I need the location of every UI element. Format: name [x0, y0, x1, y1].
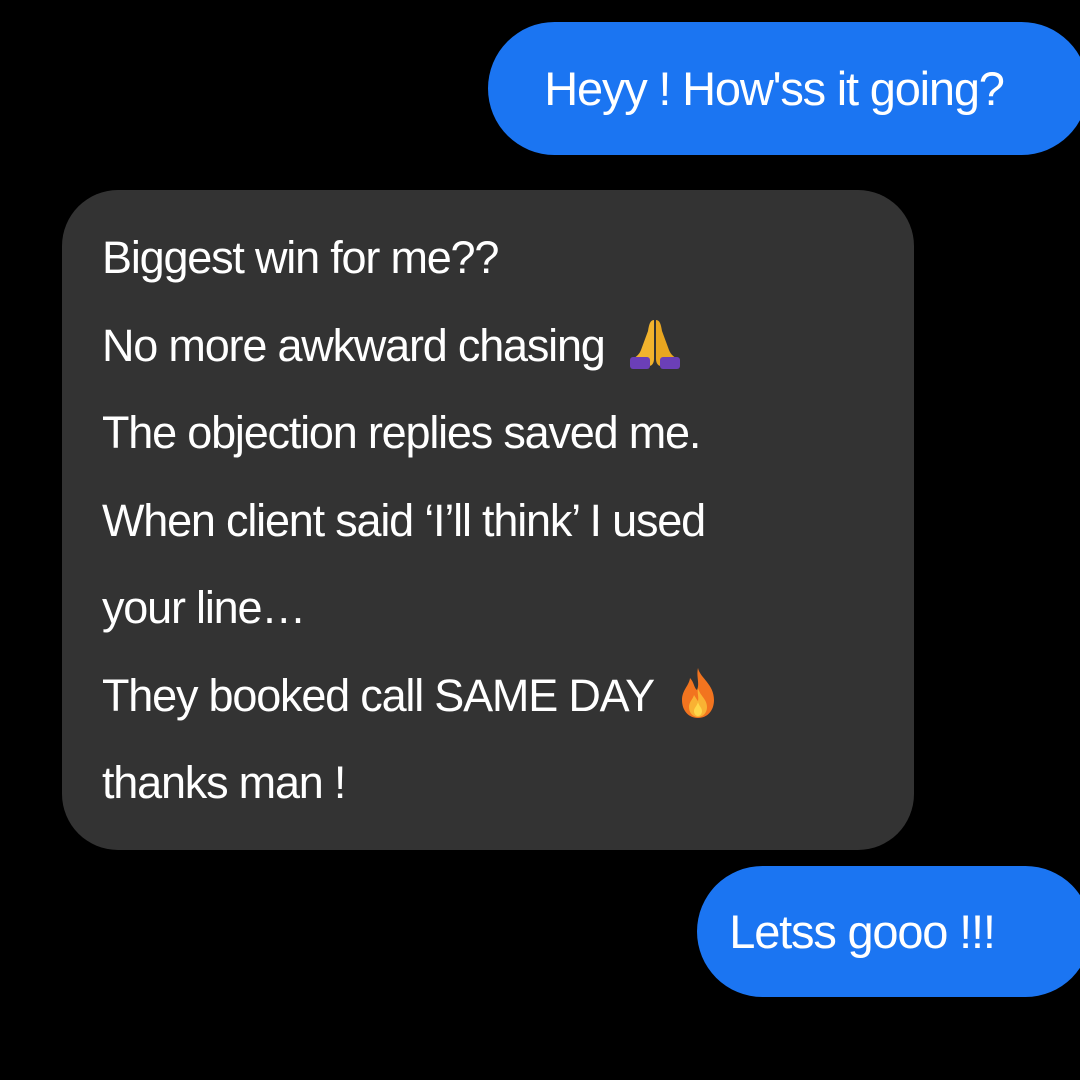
message-text: Heyy ! How'ss it going? [544, 62, 1005, 115]
sent-message-bubble[interactable]: Letss gooo !!! [697, 866, 1080, 997]
message-line-text: No more awkward chasing [102, 319, 606, 371]
fire-icon [676, 666, 720, 720]
message-line: The objection replies saved me. [102, 407, 701, 458]
message-line-text: They booked call SAME DAY [102, 669, 655, 721]
received-message-bubble[interactable]: Biggest win for me?? No more awkward cha… [62, 190, 914, 850]
message-line: thanks man ! [102, 757, 346, 808]
message-text: Letss gooo !!! [729, 905, 996, 958]
sent-message-bubble[interactable]: Heyy ! How'ss it going? [488, 22, 1080, 155]
message-line: your line… [102, 582, 306, 633]
message-line: No more awkward chasing [102, 302, 914, 390]
folded-hands-icon [627, 317, 683, 369]
message-line: When client said ‘I’ll think’ I used [102, 494, 706, 546]
message-line: Biggest win for me?? [102, 232, 499, 283]
message-line: They booked call SAME DAY [102, 652, 914, 740]
